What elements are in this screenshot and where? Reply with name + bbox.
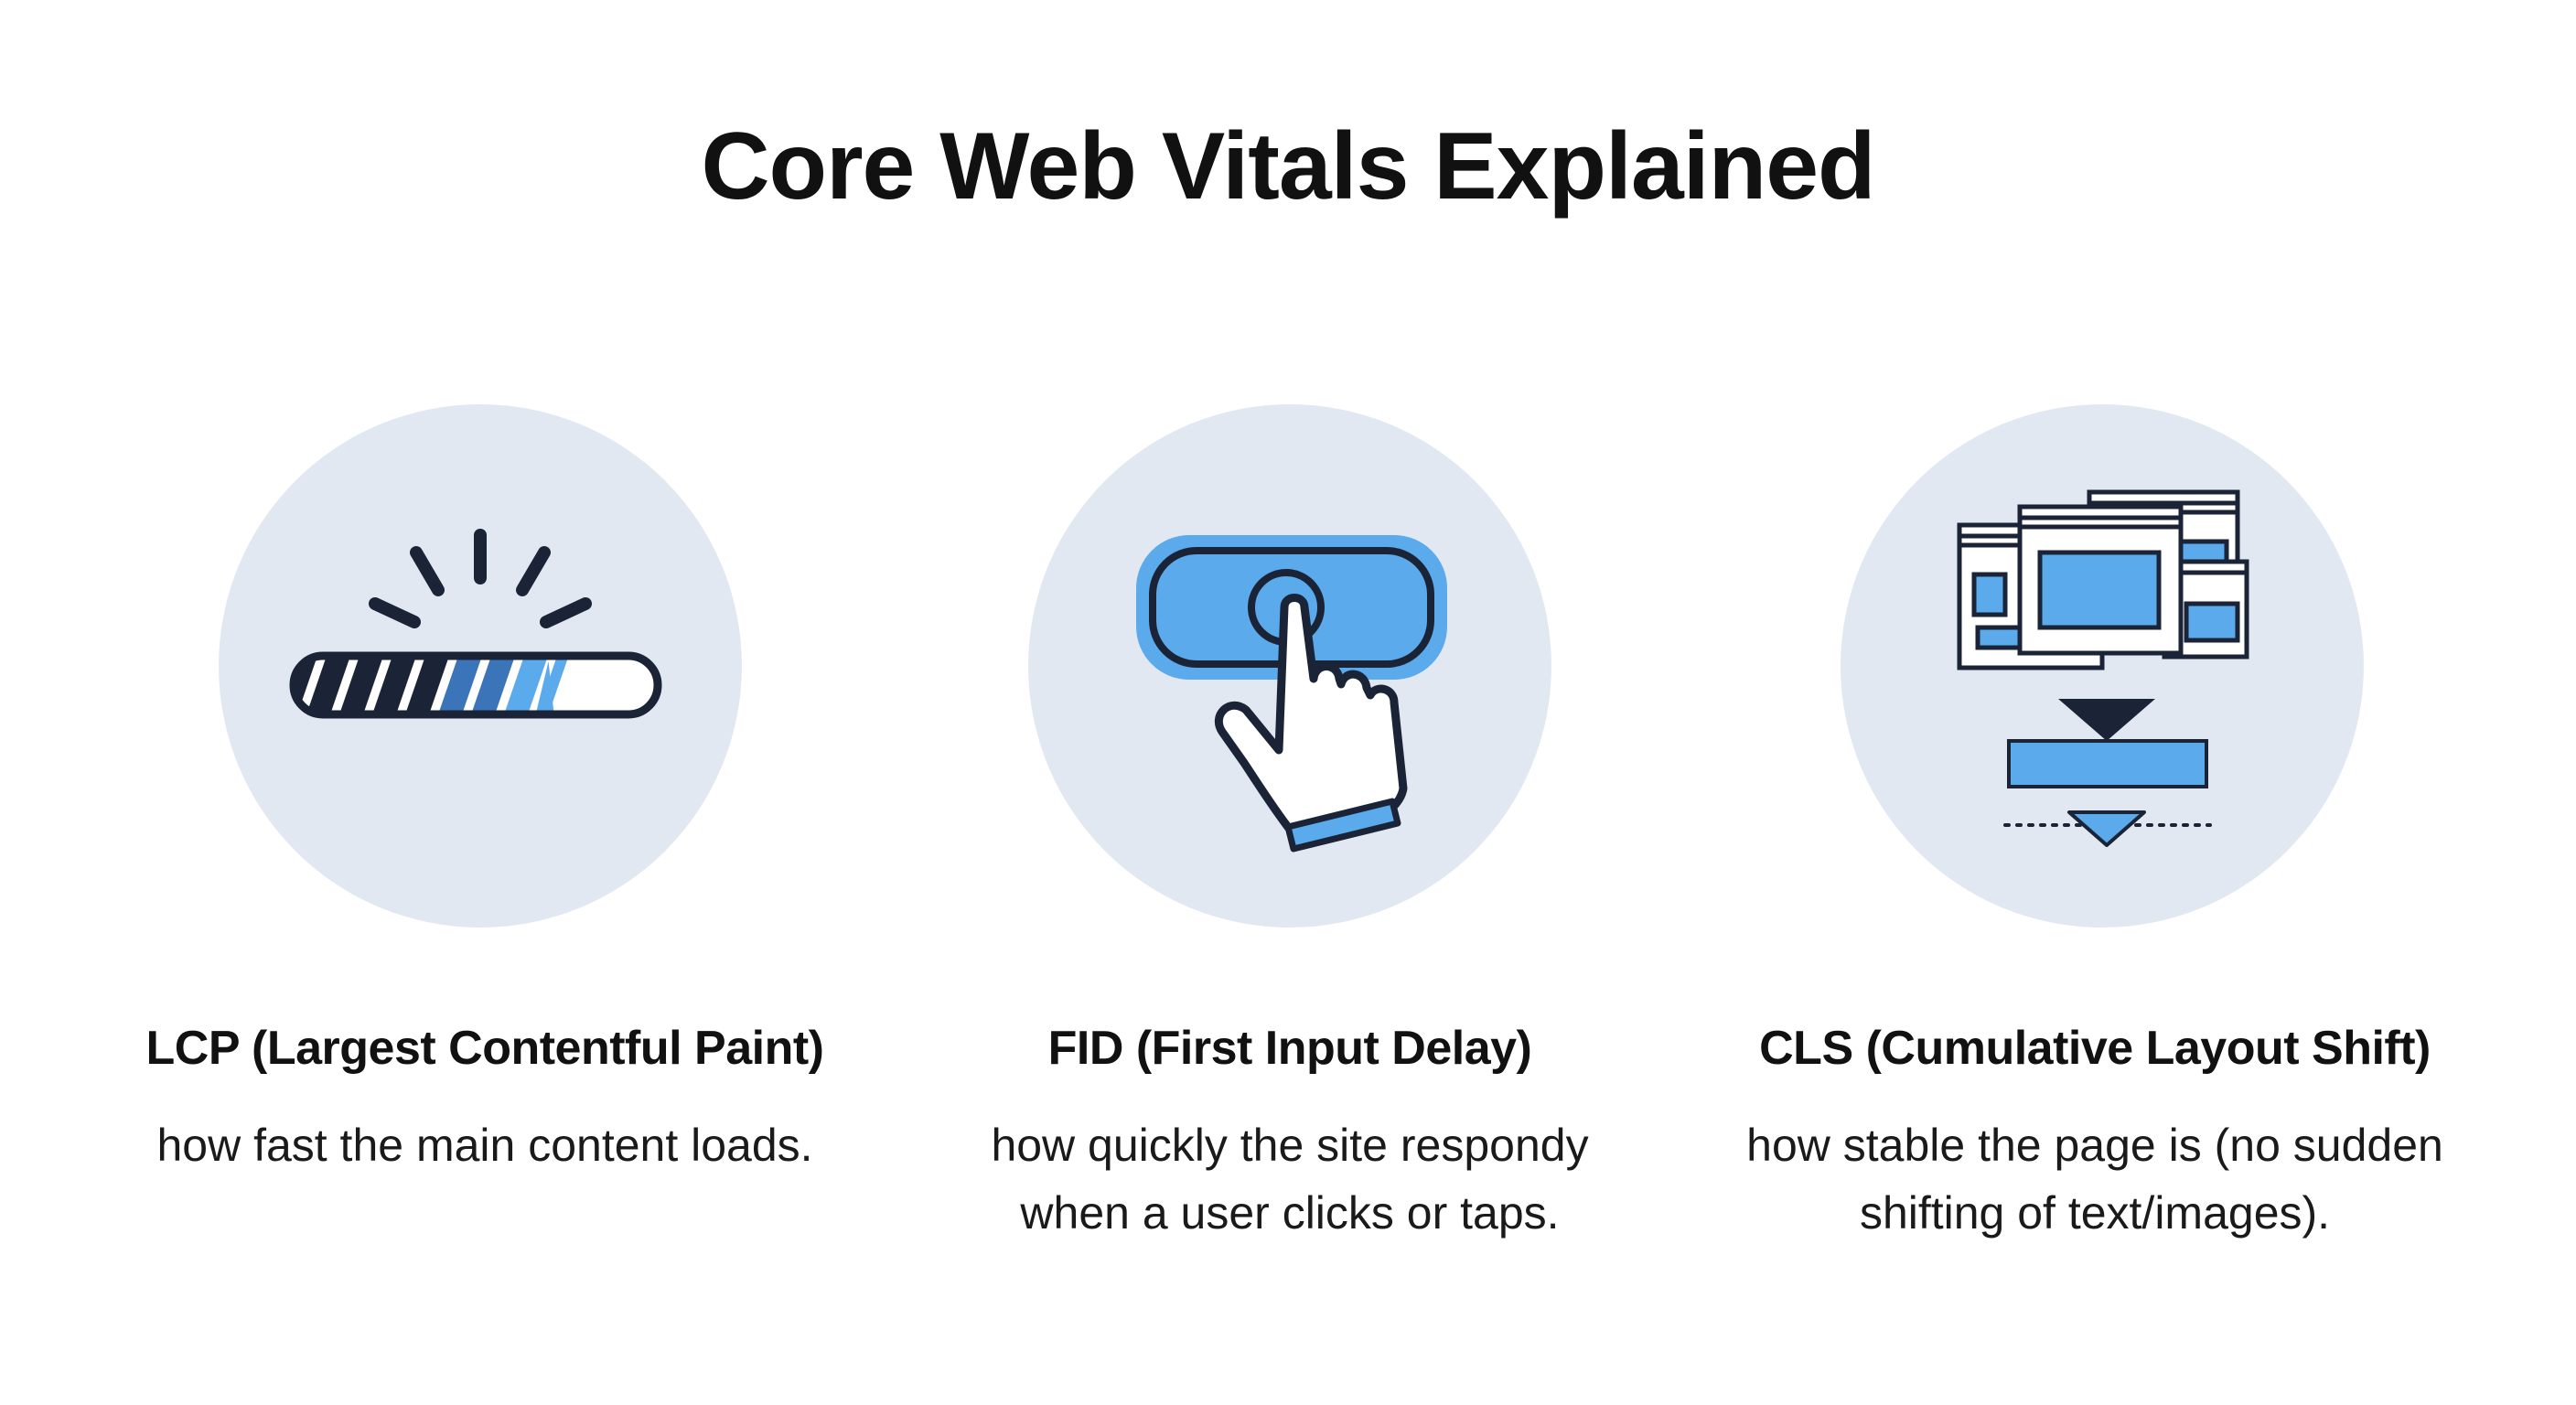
description-line: how quickly the site respondy <box>991 1120 1589 1171</box>
metric-fid: FID (First Input Delay) how quickly the … <box>878 0 1701 1405</box>
pointer-hand-click-icon <box>1136 535 1447 853</box>
description-line: how fast the main content loads. <box>156 1120 813 1171</box>
metric-description: how quickly the site respondy when a use… <box>878 1111 1701 1247</box>
metric-lcp: LCP (Largest Contentful Paint) how fast … <box>73 0 896 1405</box>
metric-cls: CLS (Cumulative Layout Shift) how stable… <box>1683 0 2506 1405</box>
metric-heading: LCP (Largest Contentful Paint) <box>145 1022 824 1075</box>
layout-shift-icon <box>1957 489 2249 847</box>
metric-description: how fast the main content loads. <box>73 1111 896 1179</box>
loading-bar-icon <box>289 529 662 719</box>
icon-circle <box>219 404 742 928</box>
description-line: how stable the page is (no sudden <box>1746 1120 2443 1171</box>
metric-heading: CLS (Cumulative Layout Shift) <box>1759 1022 2431 1075</box>
description-line: when a user clicks or taps. <box>1020 1187 1560 1239</box>
metric-description: how stable the page is (no sudden shifti… <box>1683 1111 2506 1247</box>
description-line: shifting of text/images). <box>1859 1187 2331 1239</box>
metric-heading: FID (First Input Delay) <box>1047 1022 1532 1075</box>
icon-circle <box>1841 404 2364 928</box>
icon-circle <box>1028 404 1551 928</box>
